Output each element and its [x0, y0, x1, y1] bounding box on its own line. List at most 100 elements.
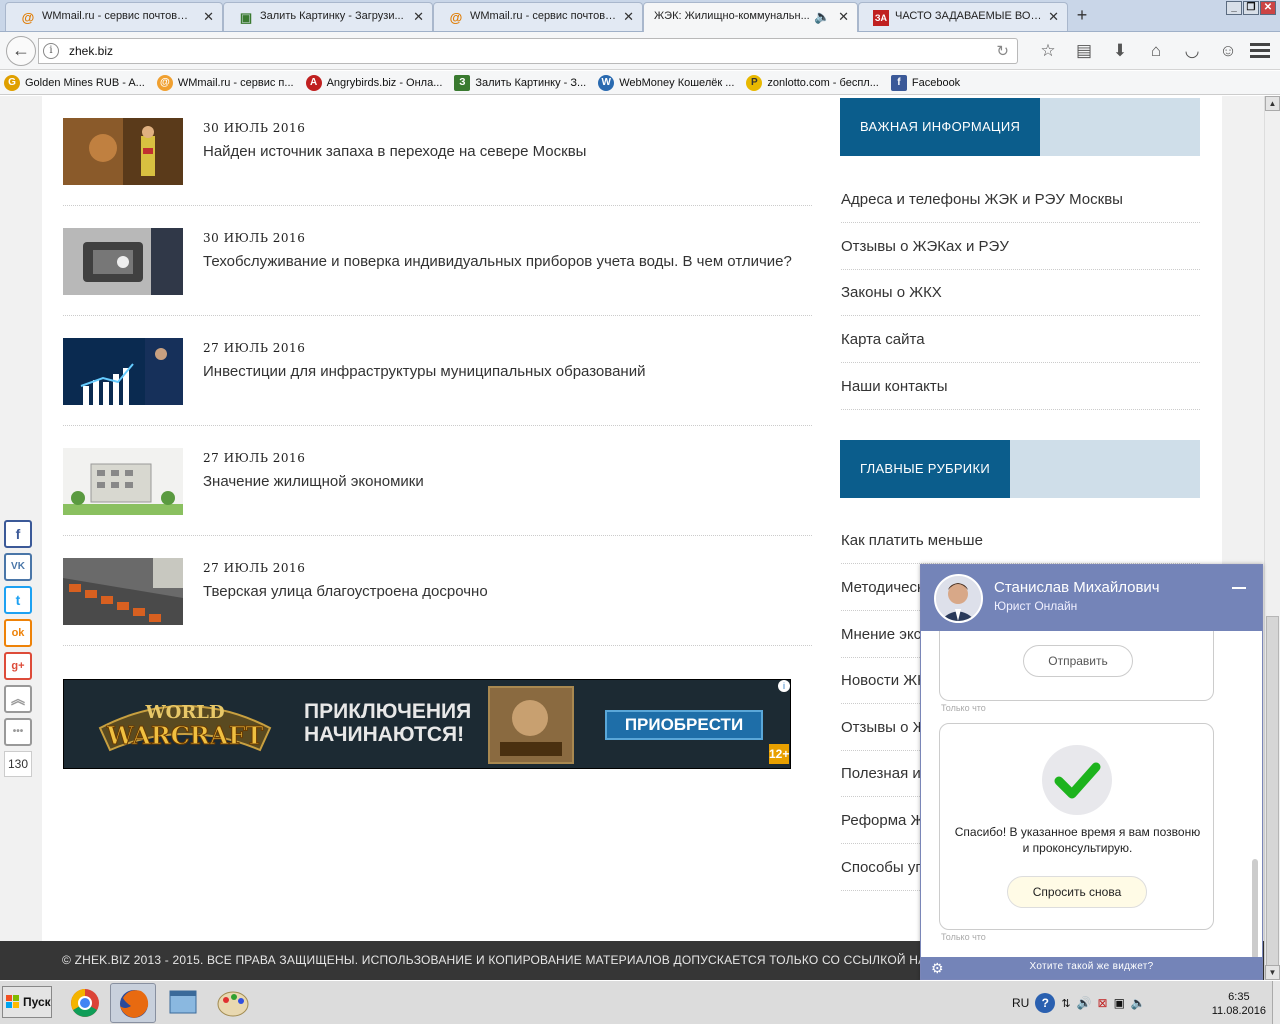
news-thumbnail[interactable] [63, 558, 183, 625]
bookmark-item[interactable]: W WebMoney Кошелёк ... [598, 74, 734, 91]
tab-2[interactable]: ▣ Залить Картинку - Загрузи... ✕ [223, 2, 433, 31]
googleplus-share-icon[interactable]: g+ [4, 652, 32, 680]
firefox-taskbar-icon[interactable] [110, 983, 156, 1023]
clock-date: 11.08.2016 [1211, 1005, 1266, 1017]
show-desktop-button[interactable] [1272, 981, 1280, 1024]
tab-title: WMmail.ru - сервис почтовы... [42, 10, 192, 22]
chat-confirmation-message: Спасибо! В указанное время я вам позвоню… [939, 723, 1214, 930]
za-icon: ЗА [873, 10, 889, 26]
address-bar[interactable]: i zhek.biz ↻ [38, 38, 1018, 64]
sidebar-heading-rubrics: ГЛАВНЫЕ РУБРИКИ [840, 440, 1200, 498]
pocket-icon[interactable]: ◡ [1174, 38, 1210, 64]
restore-button[interactable]: ❐ [1243, 1, 1259, 15]
consultant-name: Станислав Михайлович [994, 579, 1160, 596]
language-indicator[interactable]: RU [1012, 996, 1029, 1010]
news-thumbnail[interactable] [63, 118, 183, 185]
speaker-icon[interactable]: 🔊 [1077, 996, 1092, 1010]
news-item[interactable]: 27 ИЮЛЬ 2016 Тверская улица благоустроен… [63, 536, 812, 646]
news-title[interactable]: Техобслуживание и поверка индивидуальных… [203, 253, 792, 270]
tab-bar: @ WMmail.ru - сервис почтовы... ✕ ▣ Зали… [0, 0, 1280, 32]
home-icon[interactable]: ⌂ [1138, 38, 1174, 64]
network-error-icon[interactable]: ⊠ [1098, 996, 1108, 1010]
bookmark-item[interactable]: f Facebook [890, 74, 960, 91]
sidebar-link[interactable]: Карта сайта [841, 316, 1200, 363]
tab-5[interactable]: ЗА ЧАСТО ЗАДАВАЕМЫЕ ВОПР... ✕ [858, 2, 1068, 31]
tab-1[interactable]: @ WMmail.ru - сервис почтовы... ✕ [5, 2, 223, 31]
odnoklassniki-share-icon[interactable]: ok [4, 619, 32, 647]
news-thumbnail[interactable] [63, 228, 183, 295]
chat-body: Отправить Только что Спасибо! В указанно… [921, 631, 1262, 959]
scroll-top-icon[interactable]: ︽ [4, 685, 32, 713]
reading-list-icon[interactable]: ▤ [1066, 38, 1102, 64]
info-icon[interactable]: i [43, 43, 59, 59]
bookmark-item[interactable]: A Angrybirds.biz - Онла... [305, 74, 442, 91]
news-item[interactable]: 27 ИЮЛЬ 2016 Инвестиции для инфраструкту… [63, 316, 812, 426]
consultant-chat-widget: Станислав Михайлович Юрист Онлайн Отправ… [920, 564, 1263, 980]
close-tab-icon[interactable]: ✕ [1048, 9, 1059, 25]
ad-buy-button[interactable]: ПРИОБРЕСТИ [605, 710, 763, 740]
send-button[interactable]: Отправить [1023, 645, 1133, 677]
news-title[interactable]: Значение жилищной экономики [203, 473, 424, 490]
ask-again-button[interactable]: Спросить снова [1007, 876, 1147, 908]
bookmark-item[interactable]: Pzonlotto.com - беспл... [746, 74, 879, 91]
news-title[interactable]: Найден источник запаха в переходе на сев… [203, 143, 586, 160]
facebook-share-icon[interactable]: f [4, 520, 32, 548]
wow-ad-banner[interactable]: WORLD WARCRAFT ПРИКЛЮЧЕНИЯ НАЧИНАЮТСЯ! П… [63, 679, 791, 769]
bookmark-star-icon[interactable]: ☆ [1030, 38, 1066, 64]
bookmark-item[interactable]: З Залить Картинку - З... [454, 74, 586, 91]
sidebar-link[interactable]: Наши контакты [841, 363, 1200, 410]
twitter-share-icon[interactable]: t [4, 586, 32, 614]
tab-4-active[interactable]: ЖЭК: Жилищно-коммунальн... 🔈 ✕ [643, 2, 858, 32]
bookmark-item[interactable]: @ WMmail.ru - сервис п... [156, 74, 294, 91]
close-tab-icon[interactable]: ✕ [623, 9, 634, 25]
system-clock[interactable]: 6:35 11.08.2016 [1212, 990, 1266, 1018]
close-window-button[interactable]: ✕ [1260, 1, 1276, 15]
hamburger-menu-icon[interactable] [1250, 40, 1270, 60]
bookmark-item[interactable]: G Golden Mines RUB - A... [4, 74, 145, 91]
news-thumbnail[interactable] [63, 448, 183, 515]
page-scrollbar[interactable]: ▲ ▼ [1264, 96, 1280, 980]
news-title[interactable]: Инвестиции для инфраструктуры муниципаль… [203, 363, 645, 380]
url-text[interactable]: zhek.biz [69, 44, 113, 58]
paint-taskbar-icon[interactable] [210, 983, 256, 1023]
minimize-chat-icon[interactable] [1232, 587, 1246, 589]
news-title[interactable]: Тверская улица благоустроена досрочно [203, 583, 488, 600]
help-icon[interactable]: ? [1035, 993, 1056, 1013]
news-item[interactable]: 27 ИЮЛЬ 2016 Значение жилищной экономики [63, 426, 812, 536]
volume-icon[interactable]: 🔈 [1131, 996, 1146, 1010]
chrome-taskbar-icon[interactable] [62, 983, 108, 1023]
display-icon[interactable]: ▣ [1114, 996, 1125, 1010]
want-widget-link[interactable]: Хотите такой же виджет? [921, 961, 1262, 972]
chat-header[interactable]: Станислав Михайлович Юрист Онлайн [921, 565, 1262, 631]
tab-3[interactable]: @ WMmail.ru - сервис почтовы... ✕ [433, 2, 643, 31]
news-item[interactable]: 30 ИЮЛЬ 2016 Техобслуживание и поверка и… [63, 206, 812, 316]
adchoices-icon[interactable]: i [778, 680, 790, 692]
back-button[interactable]: ← [6, 36, 36, 66]
vk-share-icon[interactable]: VK [4, 553, 32, 581]
scroll-down-arrow[interactable]: ▼ [1265, 965, 1280, 980]
scrollbar-thumb[interactable] [1266, 616, 1279, 978]
new-tab-button[interactable]: + [1070, 5, 1094, 27]
download-icon[interactable]: ⬇ [1102, 38, 1138, 64]
scroll-up-arrow[interactable]: ▲ [1265, 96, 1280, 111]
minimize-button[interactable]: _ [1226, 1, 1242, 15]
close-tab-icon[interactable]: ✕ [203, 9, 214, 25]
news-thumbnail[interactable] [63, 338, 183, 405]
options-icon[interactable]: ⇅ [1061, 997, 1070, 1010]
start-button[interactable]: Пуск [2, 986, 52, 1018]
close-tab-icon[interactable]: ✕ [838, 9, 849, 25]
sidebar-link[interactable]: Отзывы о ЖЭКах и РЭУ [841, 223, 1200, 270]
sidebar-link[interactable]: Как платить меньше [841, 517, 1200, 564]
sidebar-link[interactable]: Адреса и телефоны ЖЭК и РЭУ Москвы [841, 176, 1200, 223]
news-item[interactable]: 30 ИЮЛЬ 2016 Найден источник запаха в пе… [63, 96, 812, 206]
chat-scrollbar[interactable] [1252, 859, 1258, 959]
speaker-icon[interactable]: 🔈 [814, 9, 830, 25]
news-date: 27 ИЮЛЬ 2016 [203, 561, 306, 575]
window-app-taskbar-icon[interactable] [160, 983, 206, 1023]
chat-icon[interactable]: ☺ [1210, 38, 1246, 64]
success-check-icon [1042, 745, 1112, 815]
close-tab-icon[interactable]: ✕ [413, 9, 424, 25]
more-share-icon[interactable]: ••• [4, 718, 32, 746]
sidebar-link[interactable]: Законы о ЖКХ [841, 269, 1200, 316]
reload-icon[interactable]: ↻ [996, 42, 1009, 60]
